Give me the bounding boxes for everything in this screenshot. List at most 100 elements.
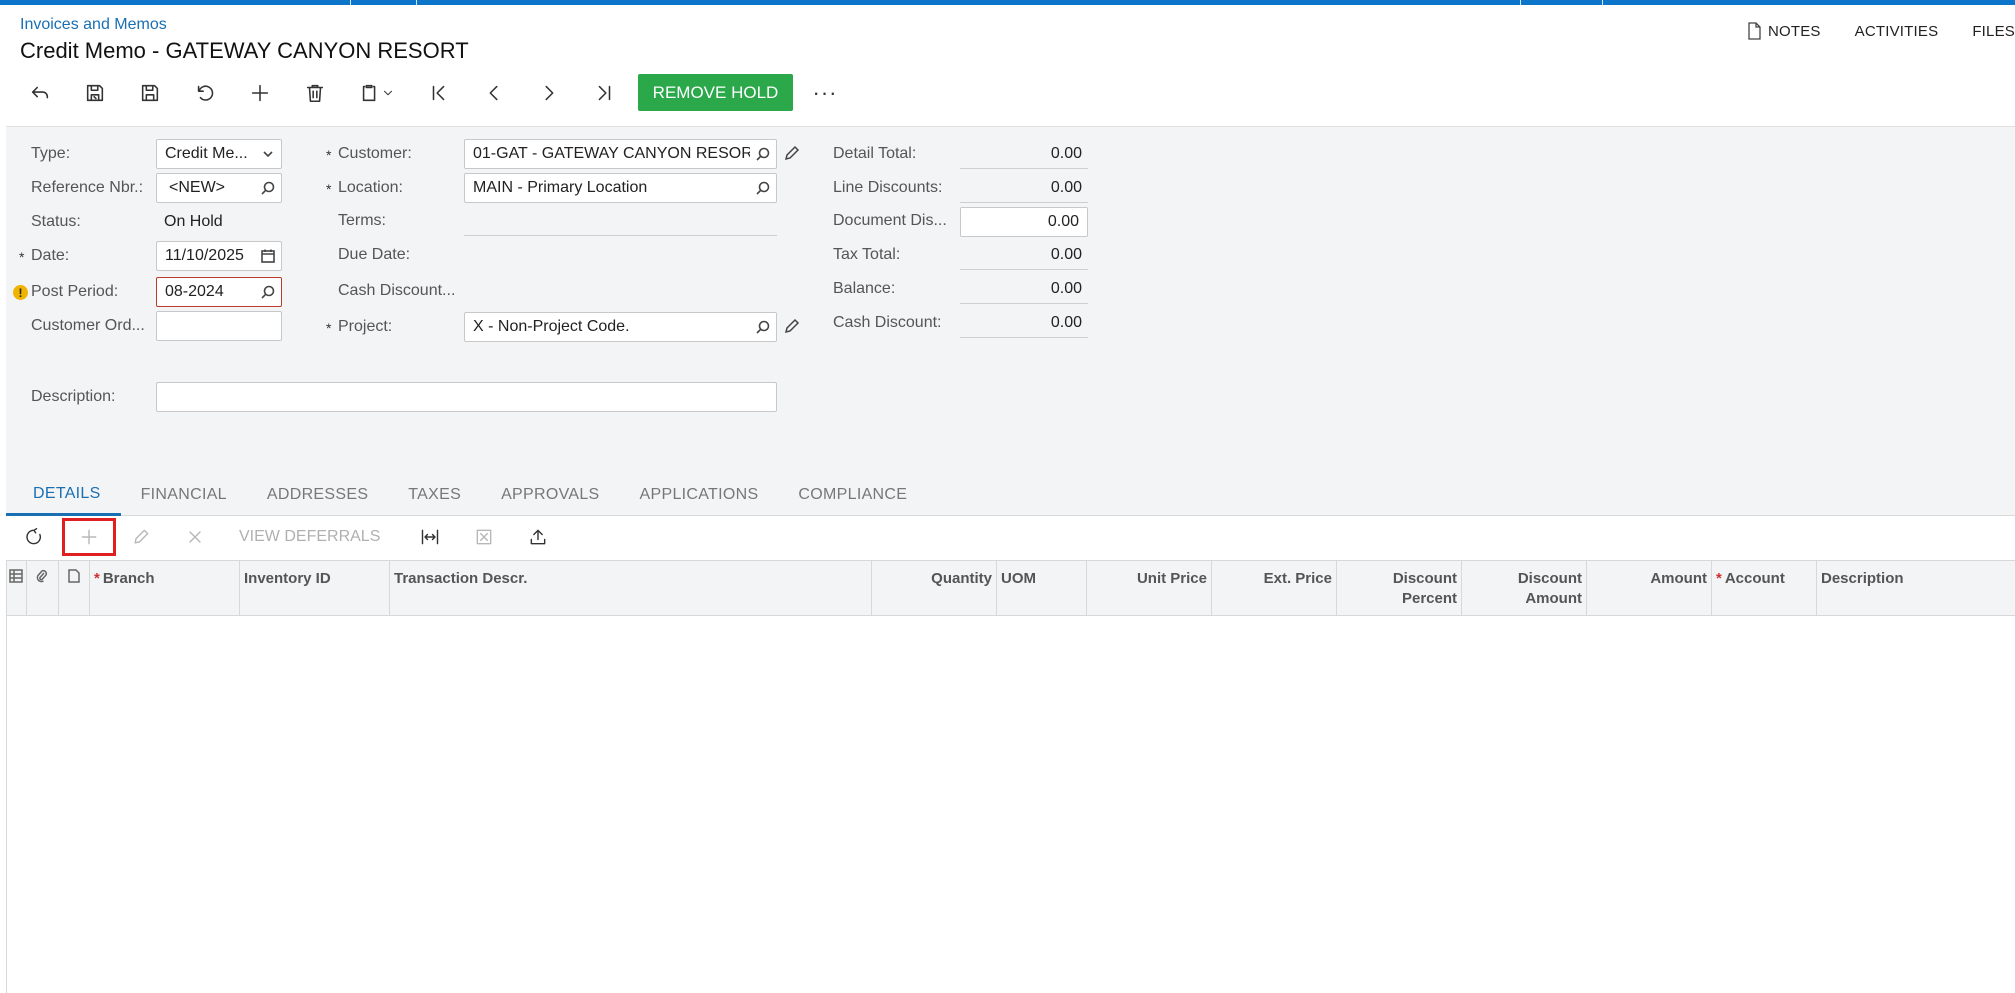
customer-field[interactable]: 01-GAT - GATEWAY CANYON RESORT <box>464 139 777 169</box>
column-discount-percent-label-1: Discount <box>1392 570 1457 587</box>
search-icon[interactable] <box>750 140 776 168</box>
page-title: Credit Memo - GATEWAY CANYON RESORT <box>20 38 469 63</box>
refresh-button[interactable] <box>14 518 54 556</box>
close-icon <box>189 531 201 543</box>
remove-hold-button[interactable]: REMOVE HOLD <box>638 74 793 111</box>
detail-total-label: Detail Total: <box>833 145 917 162</box>
required-mark: * <box>326 320 332 336</box>
add-new-button[interactable] <box>240 76 280 110</box>
breadcrumb[interactable]: Invoices and Memos <box>20 16 167 34</box>
column-description-label: Description <box>1821 570 1904 587</box>
first-icon <box>432 85 445 101</box>
type-select[interactable]: Credit Me... <box>156 139 282 169</box>
search-icon[interactable] <box>750 174 776 202</box>
last-record-button[interactable] <box>584 76 624 110</box>
column-inventory-id[interactable]: Inventory ID <box>240 561 390 616</box>
edit-customer-pencil-icon[interactable] <box>783 144 803 164</box>
edit-project-pencil-icon[interactable] <box>783 317 803 337</box>
tab-addresses[interactable]: ADDRESSES <box>247 474 388 516</box>
undo-button[interactable] <box>20 76 60 110</box>
tab-financial[interactable]: FINANCIAL <box>121 474 247 516</box>
description-field[interactable] <box>156 382 777 412</box>
search-icon[interactable] <box>750 313 776 341</box>
tab-approvals[interactable]: APPROVALS <box>481 474 619 516</box>
grid-header: * Branch Inventory ID Transaction Descr. … <box>7 560 2015 616</box>
delete-row-button[interactable] <box>175 518 215 556</box>
row-selector-column[interactable] <box>7 561 27 616</box>
post-period-field[interactable]: 08-2024 <box>156 277 282 307</box>
last-icon <box>598 85 611 101</box>
customer-label: Customer: <box>338 145 412 162</box>
more-actions-button[interactable]: ··· <box>810 74 840 111</box>
column-quantity[interactable]: Quantity <box>872 561 997 616</box>
tab-compliance[interactable]: COMPLIANCE <box>778 474 927 516</box>
column-inventory-id-label: Inventory ID <box>244 570 331 587</box>
copy-paste-menu-button[interactable] <box>350 76 404 110</box>
project-field[interactable]: X - Non-Project Code. <box>464 312 777 342</box>
upload-icon <box>530 529 546 545</box>
column-unit-price[interactable]: Unit Price <box>1087 561 1212 616</box>
notes-link[interactable]: NOTES <box>1747 22 1821 40</box>
document-icon <box>68 569 80 583</box>
tab-applications[interactable]: APPLICATIONS <box>620 474 779 516</box>
column-account[interactable]: * Account <box>1712 561 1817 616</box>
attachments-column[interactable] <box>27 561 59 616</box>
export-to-excel-button[interactable] <box>464 518 504 556</box>
save-button[interactable] <box>130 76 170 110</box>
document-discount-field[interactable]: 0.00 <box>960 207 1088 237</box>
warning-icon: ! <box>13 285 28 300</box>
balance-underline <box>960 303 1088 304</box>
date-label: Date: <box>31 247 70 264</box>
tab-details[interactable]: DETAILS <box>6 474 121 516</box>
document-discount-label: Document Dis... <box>833 212 947 229</box>
customer-order-field[interactable] <box>156 311 282 341</box>
column-description[interactable]: Description <box>1817 561 2015 616</box>
tax-total-value: 0.00 <box>1050 246 1082 263</box>
description-label: Description: <box>31 388 116 405</box>
add-row-button[interactable] <box>62 518 116 556</box>
add-icon <box>81 529 97 545</box>
balance-label: Balance: <box>833 280 896 297</box>
search-icon[interactable] <box>255 278 281 306</box>
paperclip-icon <box>36 569 48 583</box>
date-field[interactable]: 11/10/2025 <box>156 241 282 271</box>
save-and-close-button[interactable] <box>75 76 115 110</box>
activities-link[interactable]: ACTIVITIES <box>1855 22 1939 40</box>
reference-nbr-field[interactable]: <NEW> <box>156 173 282 203</box>
cash-discount-value: 0.00 <box>1050 314 1082 331</box>
fit-to-screen-button[interactable] <box>410 518 450 556</box>
files-link[interactable]: FILES <box>1972 22 2015 40</box>
edit-row-button[interactable] <box>121 518 161 556</box>
required-mark: * <box>326 147 332 163</box>
search-icon[interactable] <box>255 174 281 202</box>
grid-menu-icon <box>9 569 23 583</box>
activities-label: ACTIVITIES <box>1854 22 1939 40</box>
column-amount[interactable]: Amount <box>1587 561 1712 616</box>
document-summary-form: Type: Credit Me... Reference Nbr.: <NEW>… <box>6 126 2015 515</box>
calendar-icon[interactable] <box>255 242 281 270</box>
column-ext-price-label: Ext. Price <box>1263 570 1332 587</box>
column-uom[interactable]: UOM <box>997 561 1087 616</box>
detail-total-value: 0.00 <box>1050 145 1082 162</box>
delete-icon <box>306 84 324 103</box>
notes-column[interactable] <box>59 561 90 616</box>
cancel-button[interactable] <box>185 76 225 110</box>
delete-button[interactable] <box>295 76 335 110</box>
upload-button[interactable] <box>518 518 558 556</box>
column-ext-price[interactable]: Ext. Price <box>1212 561 1337 616</box>
chevron-down-icon <box>384 90 392 96</box>
first-record-button[interactable] <box>419 76 459 110</box>
previous-record-button[interactable] <box>474 76 514 110</box>
tab-taxes[interactable]: TAXES <box>388 474 481 516</box>
column-discount-percent[interactable]: Discount Percent <box>1337 561 1462 616</box>
column-branch[interactable]: * Branch <box>90 561 240 616</box>
project-label: Project: <box>338 318 393 335</box>
column-discount-amount[interactable]: Discount Amount <box>1462 561 1587 616</box>
location-field[interactable]: MAIN - Primary Location <box>464 173 777 203</box>
column-uom-label: UOM <box>1001 570 1036 587</box>
terms-label: Terms: <box>338 212 386 229</box>
view-deferrals-button[interactable]: VIEW DEFERRALS <box>225 518 394 556</box>
next-record-button[interactable] <box>529 76 569 110</box>
column-transaction-descr[interactable]: Transaction Descr. <box>390 561 872 616</box>
column-amount-label: Amount <box>1650 570 1707 587</box>
